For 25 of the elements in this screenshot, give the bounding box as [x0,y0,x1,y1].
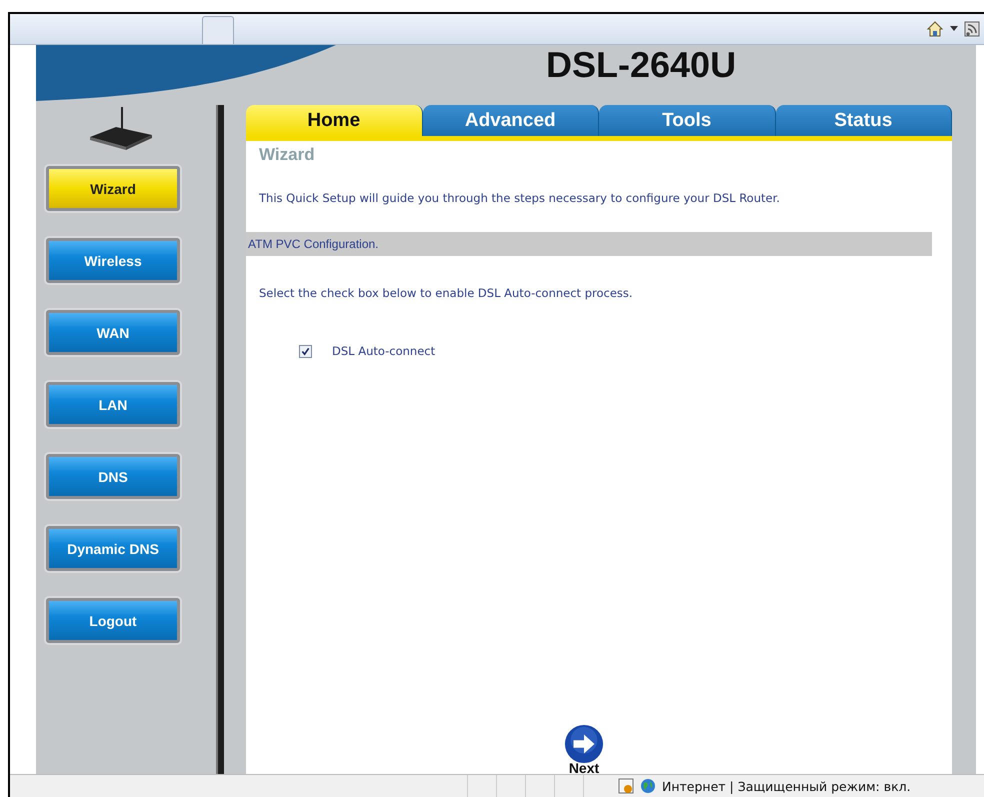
caret-icon[interactable] [950,26,958,32]
checkbox[interactable] [299,344,312,358]
security-icon [618,778,634,794]
nav-tab[interactable]: Status [776,105,952,136]
section-heading: Wizard [259,145,316,165]
sidebar-item[interactable]: WAN [46,310,180,355]
sidebar-item[interactable]: DNS [46,454,180,499]
sidebar-item[interactable]: LAN [46,382,180,427]
home-icon[interactable] [926,20,944,38]
sidebar-item[interactable]: Dynamic DNS [46,526,180,571]
status-text: Интернет | Защищенный режим: вкл. [662,778,911,794]
globe-icon [640,778,656,794]
feed-icon[interactable] [964,21,980,37]
sidebar-item[interactable]: Wizard [46,166,180,211]
instruction-text: Select the check box below to enable DSL Auto-connect process. [259,286,634,300]
model-title: DSL-2640U [546,45,736,85]
nav-tab[interactable]: Home [246,105,422,136]
nav-tab[interactable]: Tools [599,105,776,136]
next-button[interactable]: Next [563,724,605,774]
nav-tab[interactable]: Advanced [422,105,599,136]
sidebar-item[interactable]: Logout [46,598,180,643]
section-bar: ATM PVC Configuration. [246,232,932,256]
intro-text: This Quick Setup will guide you through the steps necessary to configure your DSL Router. [259,191,781,205]
checkbox-label: DSL Auto-connect [332,344,436,358]
sidebar-item[interactable]: Wireless [46,238,180,283]
